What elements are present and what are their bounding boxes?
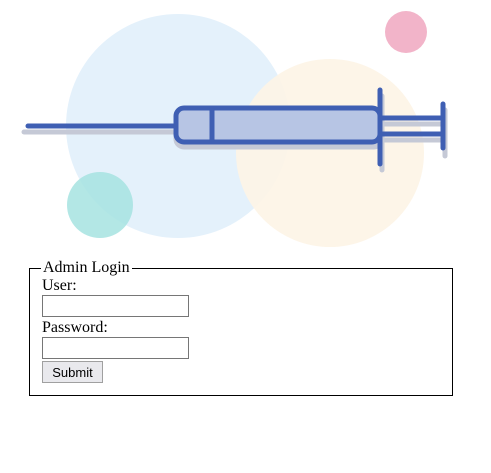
submit-button[interactable]: Submit	[42, 361, 103, 383]
login-fieldset: Admin Login User: Password: Submit	[29, 259, 453, 396]
bubble-pink	[385, 11, 427, 53]
bubble-peach	[236, 59, 424, 247]
user-input[interactable]	[42, 295, 189, 317]
password-label: Password:	[42, 319, 108, 336]
user-label: User:	[42, 277, 77, 294]
bubble-teal	[67, 172, 133, 238]
password-input[interactable]	[42, 337, 189, 359]
form-legend: Admin Login	[43, 259, 130, 276]
syringe-illustration	[21, 11, 448, 247]
